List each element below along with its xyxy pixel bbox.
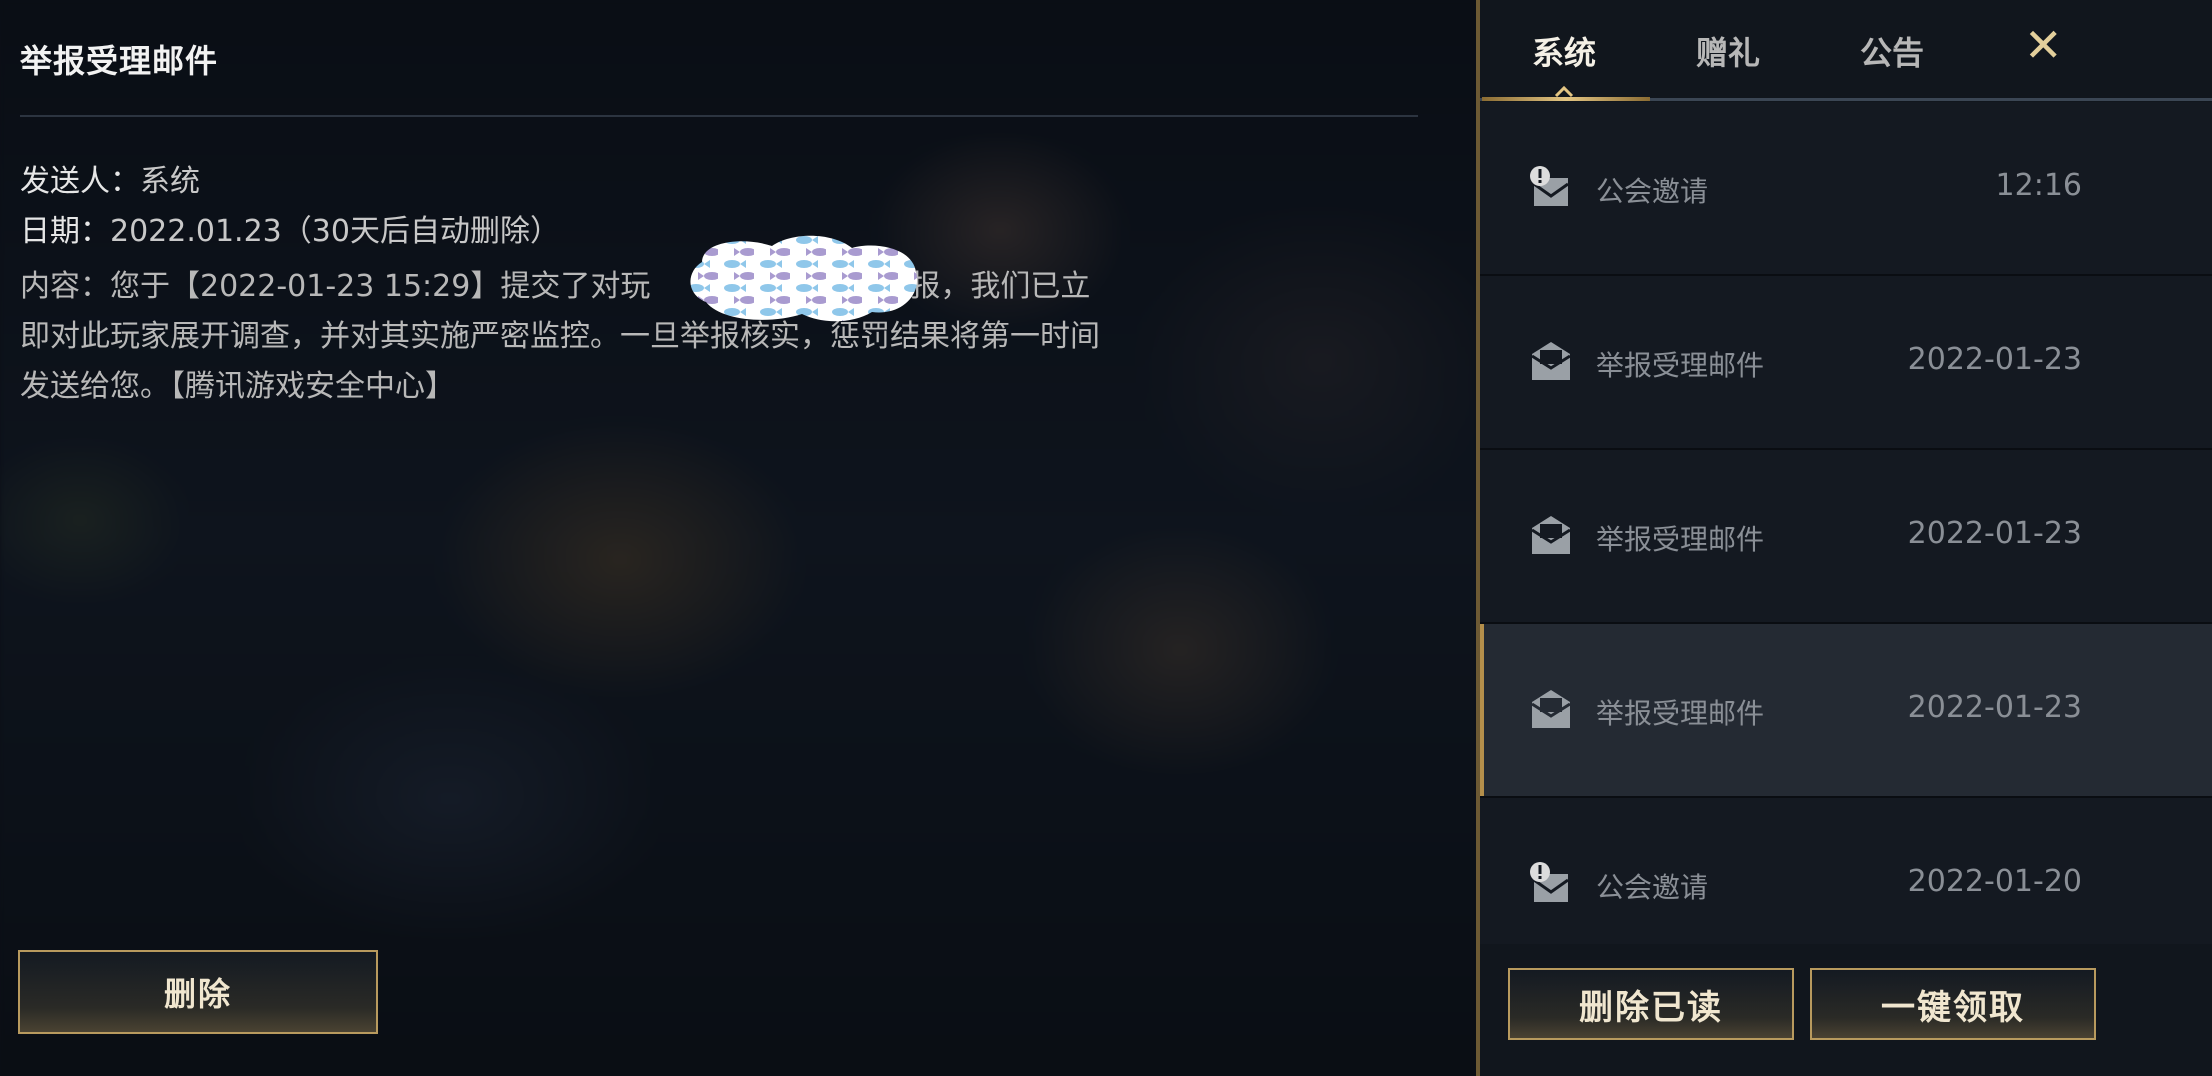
mail-title: 举报受理邮件 — [20, 42, 219, 80]
mailbox-bottom-bar: 删除已读 一键领取 — [1480, 944, 2212, 1076]
delete-button[interactable]: 删除 — [18, 950, 378, 1034]
guild-invite-icon — [1530, 862, 1569, 902]
date-value: 2022.01.23（30天后自动删除） — [110, 214, 560, 249]
active-tab-caret-icon — [1554, 85, 1574, 98]
mail-list: 公会邀请 12:16 举报受理邮件 2022-01-23 举报受理邮件 2022… — [1480, 102, 2212, 972]
mailbox-tabs: 系统 赠礼 公告 ✕ — [1480, 0, 2212, 101]
guild-invite-icon — [1530, 166, 1569, 206]
date-line: 日期：2022.01.23（30天后自动删除） — [20, 206, 560, 250]
mail-list-item-time: 12:16 — [1995, 168, 2082, 203]
mail-read-icon — [1531, 342, 1571, 380]
mail-list-item-time: 2022-01-23 — [1907, 690, 2082, 725]
sender-line: 发送人：系统 — [20, 156, 200, 200]
sender-value: 系统 — [140, 164, 200, 199]
mailbox-panel: 系统 赠礼 公告 ✕ 公会邀请 12:16 举报受理邮件 2022-01-23 … — [1476, 0, 2212, 1076]
mail-read-icon — [1531, 690, 1571, 728]
title-divider — [20, 115, 1418, 117]
mail-list-item-name: 举报受理邮件 — [1596, 523, 1765, 556]
close-icon[interactable]: ✕ — [2024, 18, 2063, 72]
mail-list-item-time: 2022-01-23 — [1907, 342, 2082, 377]
mail-content: 内容：您于【2022-01-23 15:29】提交了对玩 的举报，我们已立即对此玩… — [20, 262, 1100, 412]
mail-screen: 举报受理邮件 发送人：系统 日期：2022.01.23（30天后自动删除） 内容… — [0, 0, 2212, 1076]
mail-list-item[interactable]: 举报受理邮件 2022-01-23 — [1480, 276, 2212, 450]
mail-list-item-time: 2022-01-23 — [1907, 516, 2082, 551]
sender-label: 发送人： — [20, 164, 140, 199]
delete-read-button[interactable]: 删除已读 — [1508, 968, 1794, 1040]
mail-list-item[interactable]: 公会邀请 12:16 — [1480, 102, 2212, 276]
mail-content-part1: 内容：您于【2022-01-23 15:29】提交了对玩 — [20, 269, 651, 304]
redaction-sticker — [690, 235, 918, 322]
mail-list-item-name: 公会邀请 — [1596, 871, 1709, 904]
mail-list-item-name: 举报受理邮件 — [1596, 697, 1765, 730]
tab-system[interactable]: 系统 — [1532, 28, 1596, 74]
mail-list-item-name: 举报受理邮件 — [1596, 349, 1765, 382]
mail-list-item[interactable]: 举报受理邮件 2022-01-23 — [1480, 450, 2212, 624]
tab-gift[interactable]: 赠礼 — [1696, 28, 1760, 74]
claim-all-button[interactable]: 一键领取 — [1810, 968, 2096, 1040]
mail-read-icon — [1531, 516, 1571, 554]
date-label: 日期： — [20, 214, 110, 249]
tab-notice[interactable]: 公告 — [1860, 28, 1924, 74]
mail-list-item-selected[interactable]: 举报受理邮件 2022-01-23 — [1480, 624, 2212, 798]
mail-detail-panel: 举报受理邮件 发送人：系统 日期：2022.01.23（30天后自动删除） 内容… — [0, 0, 1478, 1076]
mail-list-item-name: 公会邀请 — [1596, 175, 1709, 208]
mail-list-item-time: 2022-01-20 — [1907, 864, 2082, 899]
